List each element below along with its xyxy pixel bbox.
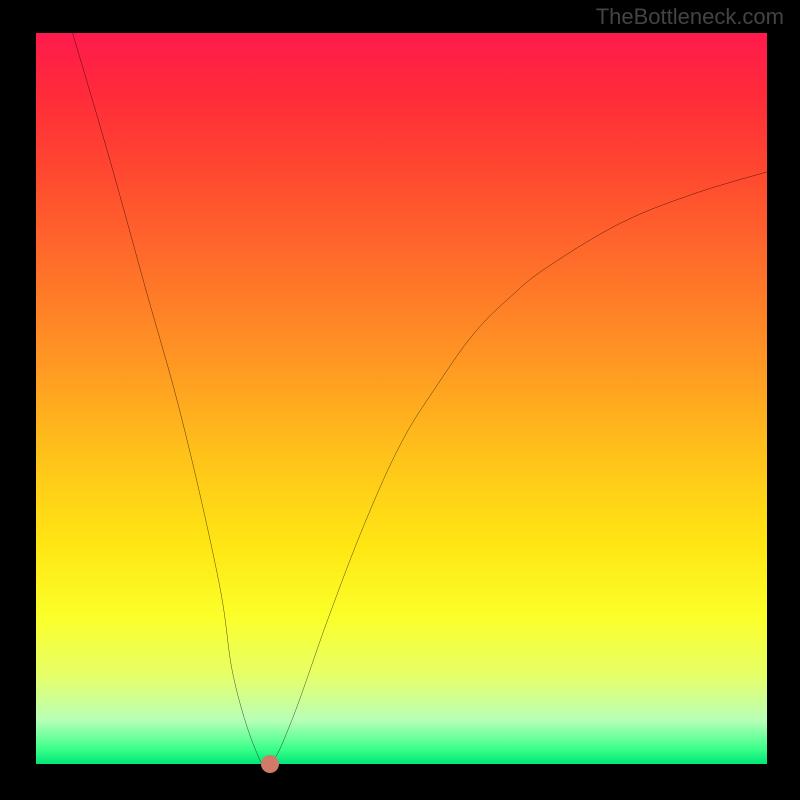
plot-area [36, 33, 767, 764]
minimum-marker [261, 755, 279, 773]
bottleneck-curve-path [73, 33, 767, 764]
watermark-text: TheBottleneck.com [596, 4, 784, 30]
curve-svg [36, 33, 767, 764]
chart-container: TheBottleneck.com [0, 0, 800, 800]
